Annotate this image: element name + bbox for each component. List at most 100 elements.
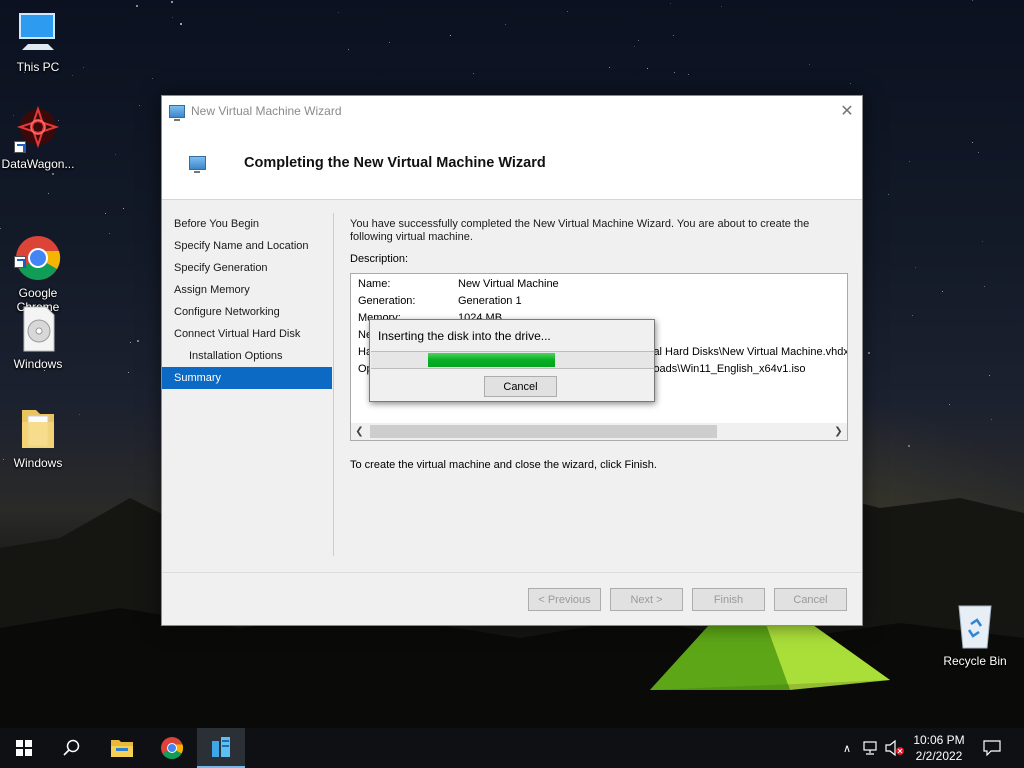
star bbox=[688, 74, 689, 75]
chrome-icon bbox=[161, 737, 184, 759]
progress-bar bbox=[371, 351, 654, 369]
chrome-icon bbox=[14, 220, 62, 280]
star bbox=[991, 419, 992, 420]
search-button[interactable] bbox=[48, 728, 96, 768]
taskbar-hyperv-manager[interactable] bbox=[197, 728, 245, 768]
finish-button[interactable]: Finish bbox=[692, 588, 765, 611]
scroll-right-icon[interactable]: ❯ bbox=[830, 423, 847, 440]
nav-item-assign-memory[interactable]: Assign Memory bbox=[162, 279, 332, 301]
taskbar-clock[interactable]: 10:06 PM 2/2/2022 bbox=[902, 732, 976, 764]
show-hidden-icons-button[interactable]: ∧ bbox=[838, 728, 856, 768]
star bbox=[450, 35, 451, 36]
desktop-icon-label: Recycle Bin bbox=[943, 654, 1007, 668]
star bbox=[850, 83, 851, 84]
description-key: Generation: bbox=[358, 295, 416, 307]
star bbox=[79, 414, 80, 415]
star bbox=[172, 17, 173, 18]
cancel-button[interactable]: Cancel bbox=[774, 588, 847, 611]
star bbox=[949, 404, 950, 405]
previous-button[interactable]: < Previous bbox=[528, 588, 601, 611]
star bbox=[505, 24, 506, 25]
star bbox=[868, 352, 870, 354]
desktop-icon-label: DataWagon... bbox=[1, 157, 75, 171]
wizard-step-nav: Before You Begin Specify Name and Locati… bbox=[162, 213, 332, 389]
taskbar-chrome[interactable] bbox=[148, 728, 196, 768]
clock-date: 2/2/2022 bbox=[915, 749, 963, 763]
desktop-icon-datawagon[interactable]: DataWagon... bbox=[0, 105, 78, 171]
nav-item-configure-networking[interactable]: Configure Networking bbox=[162, 301, 332, 323]
star bbox=[130, 342, 131, 343]
star bbox=[915, 267, 916, 268]
scroll-left-icon[interactable]: ❮ bbox=[351, 423, 368, 440]
hyperv-manager-icon bbox=[212, 737, 230, 757]
close-button[interactable]: ✕ bbox=[832, 96, 862, 126]
file-explorer-icon bbox=[111, 740, 133, 757]
page-title: Completing the New Virtual Machine Wizar… bbox=[244, 154, 546, 171]
star bbox=[638, 40, 639, 41]
star bbox=[912, 315, 913, 316]
star bbox=[978, 152, 979, 153]
star bbox=[674, 72, 675, 73]
progress-fill bbox=[428, 353, 555, 367]
windows-logo-icon bbox=[16, 740, 32, 756]
star bbox=[982, 241, 983, 242]
desktop-icon-recycle-bin[interactable]: Recycle Bin bbox=[935, 602, 1015, 668]
star bbox=[989, 375, 990, 376]
virtual-machine-icon bbox=[189, 155, 206, 173]
star bbox=[721, 6, 722, 7]
datawagon-icon bbox=[14, 105, 62, 153]
taskbar-file-explorer[interactable] bbox=[98, 728, 146, 768]
scrollbar-thumb[interactable] bbox=[370, 425, 717, 438]
description-label: Description: bbox=[350, 253, 409, 265]
nav-item-summary[interactable]: Summary bbox=[162, 367, 332, 389]
clock-time: 10:06 PM bbox=[913, 733, 965, 747]
network-tray-button[interactable] bbox=[860, 728, 882, 768]
description-key: Name: bbox=[358, 278, 391, 290]
star bbox=[809, 64, 810, 65]
nav-item-connect-vhd[interactable]: Connect Virtual Hard Disk bbox=[162, 323, 332, 345]
star bbox=[888, 194, 889, 195]
progress-cancel-button[interactable]: Cancel bbox=[484, 376, 557, 397]
network-icon bbox=[863, 741, 877, 755]
desktop-icon-this-pc[interactable]: This PC bbox=[0, 8, 78, 74]
wizard-header: Completing the New Virtual Machine Wizar… bbox=[162, 126, 862, 200]
progress-dialog[interactable]: Inserting the disk into the drive... Can… bbox=[369, 319, 655, 402]
start-button[interactable] bbox=[0, 728, 48, 768]
search-icon bbox=[63, 739, 80, 756]
star bbox=[909, 161, 910, 162]
star bbox=[137, 340, 139, 342]
description-value: ial Hard Disks\New Virtual Machine.vhdx bbox=[651, 346, 848, 358]
star bbox=[972, 142, 973, 143]
shortcut-arrow-icon bbox=[14, 256, 26, 268]
nav-item-before-you-begin[interactable]: Before You Begin bbox=[162, 213, 332, 235]
shortcut-arrow-icon bbox=[14, 141, 26, 153]
desktop-icon-label: This PC bbox=[16, 60, 60, 74]
next-button[interactable]: Next > bbox=[610, 588, 683, 611]
nav-item-specify-generation[interactable]: Specify Generation bbox=[162, 257, 332, 279]
star bbox=[348, 49, 349, 50]
folder-icon bbox=[14, 404, 62, 452]
star bbox=[52, 173, 54, 175]
horizontal-scrollbar[interactable]: ❮ ❯ bbox=[351, 423, 847, 440]
nav-item-installation-options[interactable]: Installation Options bbox=[162, 345, 332, 367]
star bbox=[105, 213, 106, 214]
description-row: Generation: Generation 1 bbox=[358, 293, 522, 310]
star bbox=[634, 46, 635, 47]
desktop-icon-windows-iso[interactable]: Windows bbox=[0, 305, 78, 371]
virtual-machine-icon bbox=[169, 104, 185, 121]
star bbox=[338, 12, 339, 13]
star bbox=[908, 445, 910, 447]
nav-item-specify-name-location[interactable]: Specify Name and Location bbox=[162, 235, 332, 257]
star bbox=[567, 11, 568, 12]
description-value: loads\Win11_English_x64v1.iso bbox=[651, 363, 806, 375]
desktop-icon-windows-folder[interactable]: Windows bbox=[0, 404, 78, 470]
star bbox=[152, 78, 153, 79]
star bbox=[473, 73, 474, 74]
desktop-icon-label: Windows bbox=[13, 357, 63, 371]
star bbox=[109, 233, 110, 234]
action-center-button[interactable] bbox=[978, 728, 1006, 768]
star bbox=[115, 154, 116, 155]
star bbox=[972, 0, 973, 1]
star bbox=[123, 208, 124, 209]
window-titlebar[interactable]: New Virtual Machine Wizard ✕ bbox=[162, 96, 862, 126]
